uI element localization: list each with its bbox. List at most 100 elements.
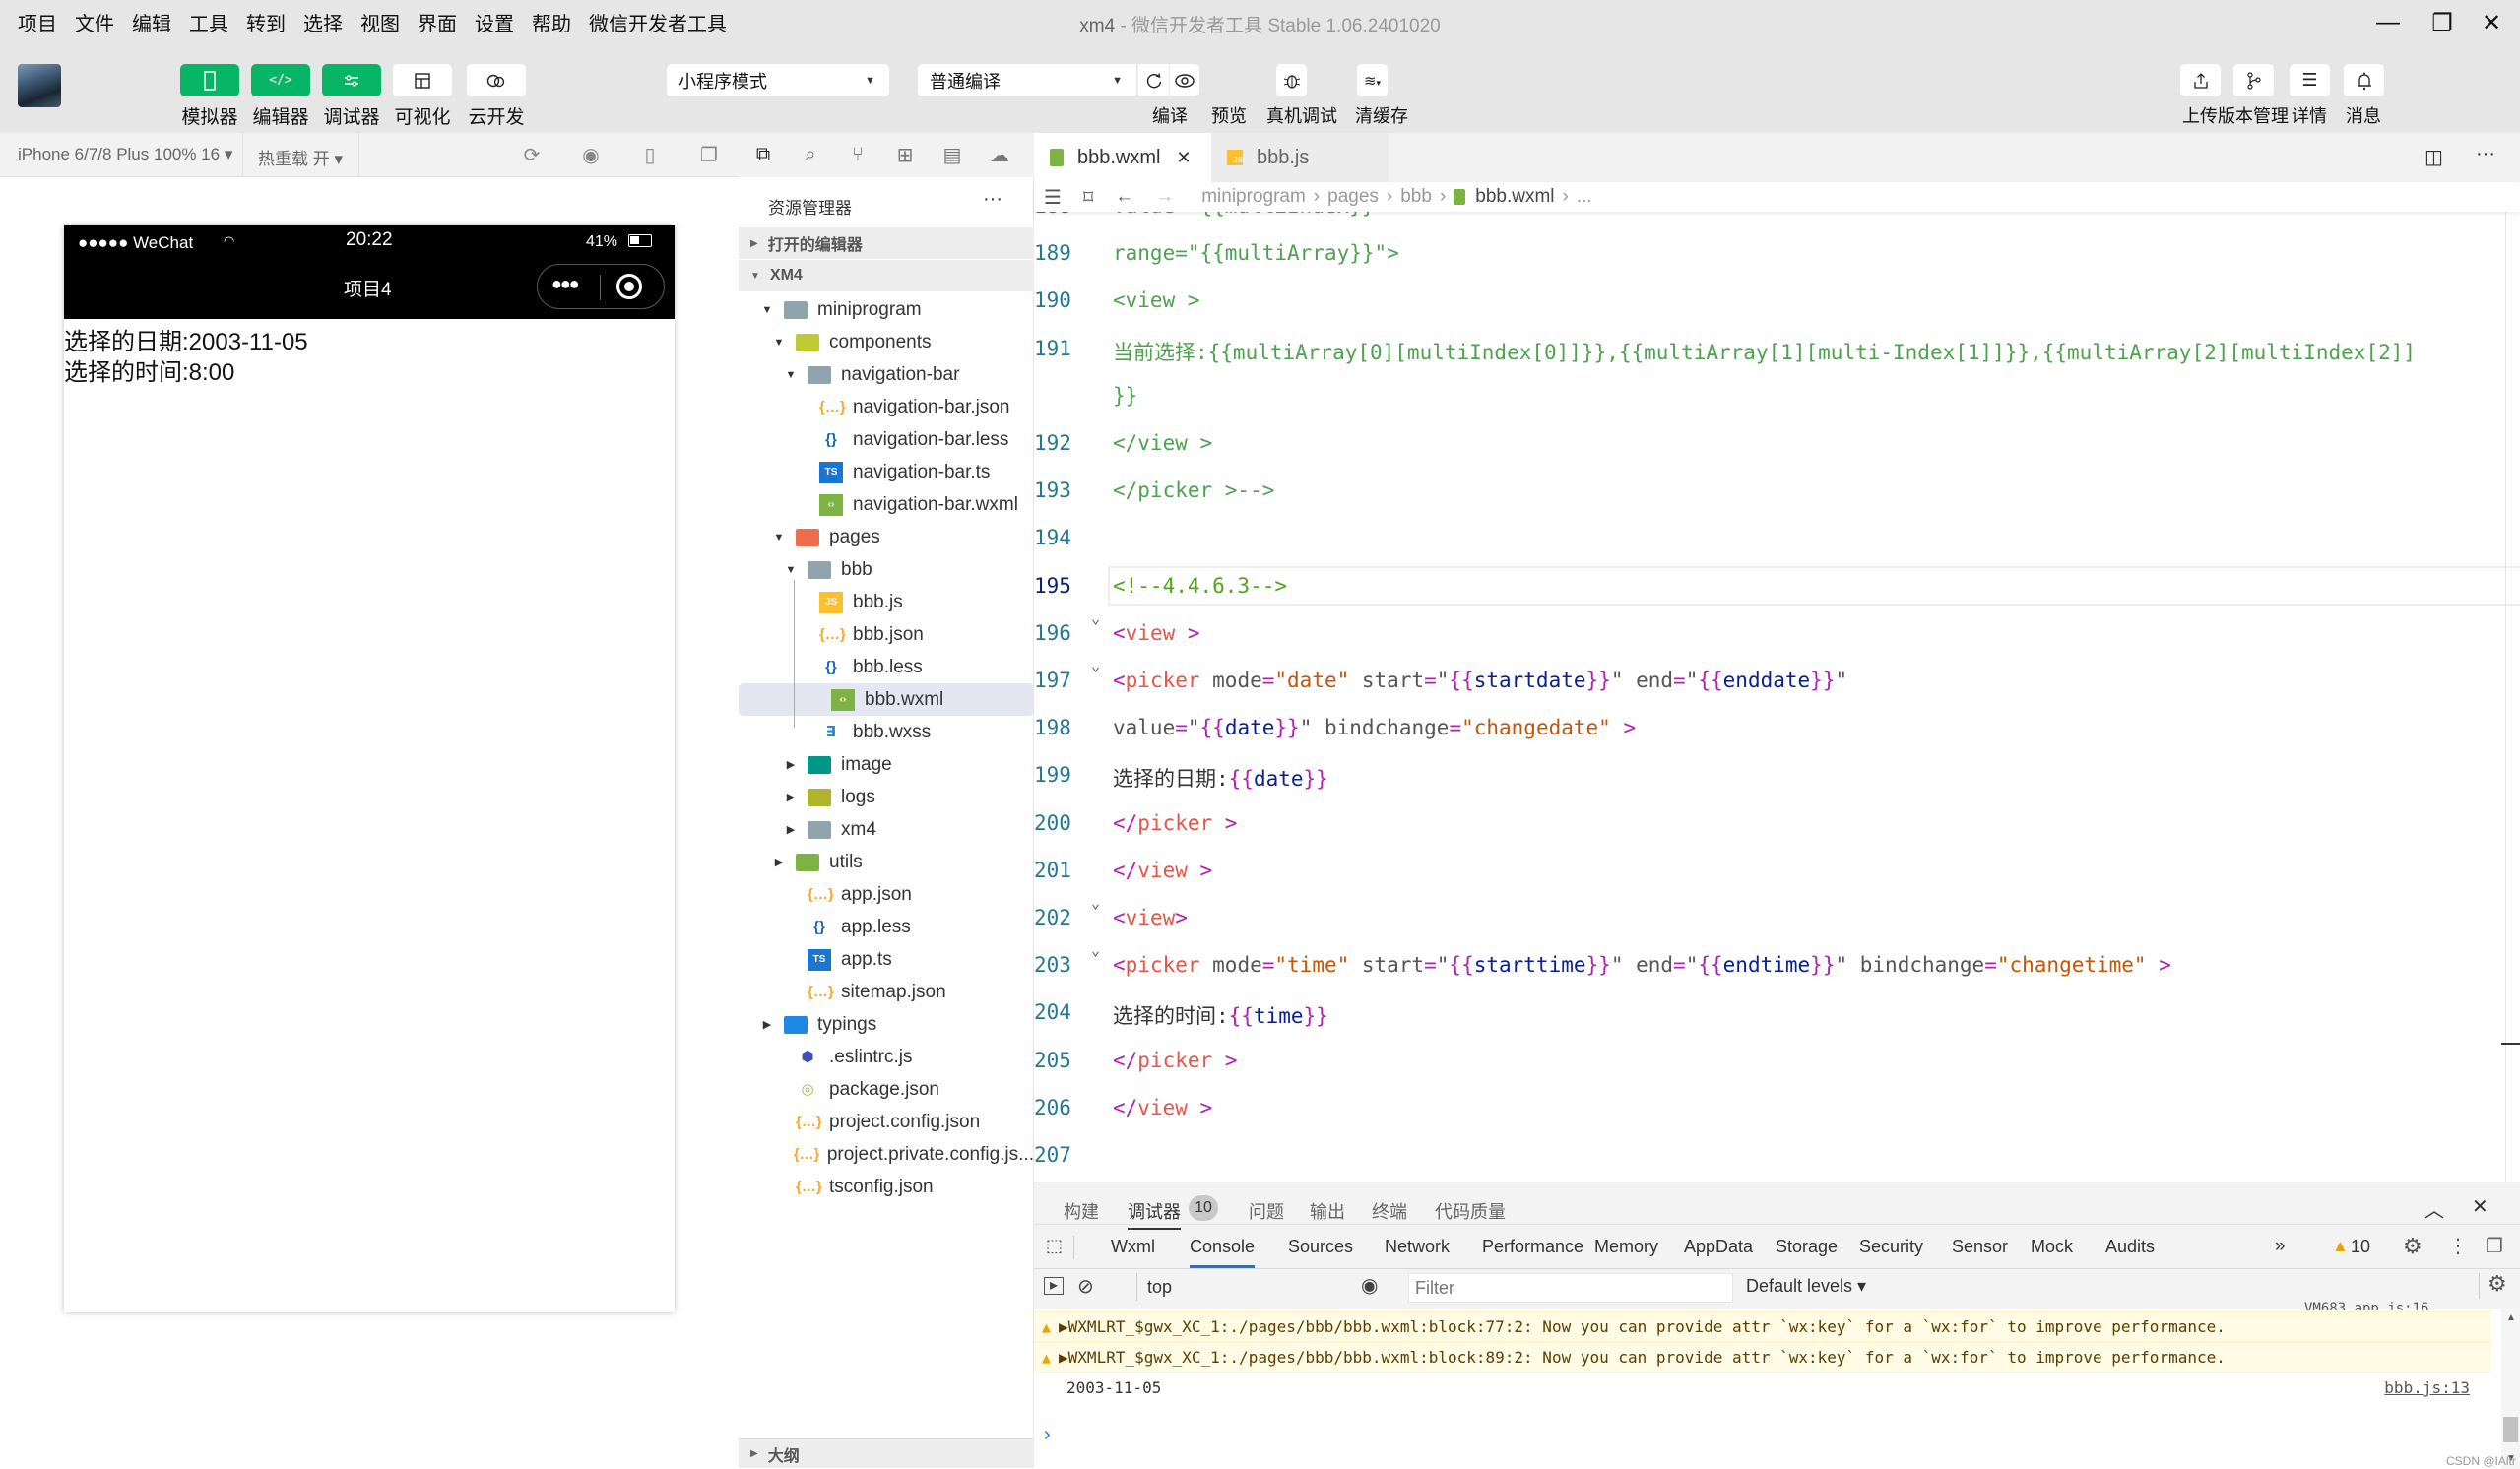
chevron-down-icon[interactable]: ▼	[784, 369, 798, 381]
chevron-right-icon[interactable]: ▶	[772, 856, 786, 868]
tool-tab-wxml[interactable]: Wxml	[1111, 1237, 1155, 1257]
console-message[interactable]: ▲ ▶WXMLRT_$gwx_XC_1:./pages/bbb/bbb.wxml:…	[1034, 1311, 2491, 1342]
cloud-dev-button[interactable]	[467, 64, 526, 96]
menu-item-help[interactable]: 帮助	[532, 8, 571, 36]
compile-button[interactable]	[1137, 64, 1169, 96]
tree-item[interactable]: {…} bbb.json	[739, 618, 1034, 651]
tab-bbb-wxml[interactable]: bbb.wxml ✕	[1034, 133, 1211, 182]
tool-tab-appdata[interactable]: AppData	[1684, 1237, 1753, 1257]
outline-list-icon[interactable]: ☰	[1044, 185, 1062, 210]
more-actions-button[interactable]: ···	[983, 188, 1002, 211]
search-icon[interactable]: ⌕	[798, 142, 823, 167]
messages-button[interactable]	[2344, 64, 2384, 96]
files-icon[interactable]: ⧉	[750, 142, 776, 167]
stop-record-icon[interactable]: ◉	[578, 142, 604, 167]
tree-item[interactable]: {…} navigation-bar.json	[739, 391, 1034, 423]
restore-button[interactable]: ❐	[2423, 6, 2462, 39]
tool-tab-security[interactable]: Security	[1859, 1237, 1923, 1257]
tree-item[interactable]: ▼ navigation-bar	[739, 358, 1034, 391]
tool-tab-sensor[interactable]: Sensor	[1952, 1237, 2008, 1257]
split-editor-icon[interactable]: ◫	[2424, 145, 2443, 169]
back-arrow-icon[interactable]: ←	[1115, 186, 1133, 208]
live-expression-eye-icon[interactable]: ◉	[1361, 1273, 1378, 1298]
panel-tab-issues[interactable]: 问题	[1249, 1198, 1284, 1224]
scrollbar-track[interactable]	[2505, 212, 2506, 1182]
chevron-right-icon[interactable]: ▶	[784, 758, 798, 771]
breadcrumb-item[interactable]: bbb.wxml	[1475, 186, 1554, 208]
more-actions-icon[interactable]: ···	[2476, 143, 2495, 165]
tree-item[interactable]: {} bbb.less	[739, 651, 1034, 683]
outline-header[interactable]: ▶ 大纲	[739, 1438, 1034, 1468]
tree-item[interactable]: {…} project.config.json	[739, 1106, 1034, 1138]
docker-icon[interactable]: ☁	[987, 142, 1012, 167]
log-levels-select[interactable]: Default levels ▾	[1746, 1276, 1866, 1297]
tree-item[interactable]: ▼ miniprogram	[739, 293, 1034, 326]
panel-tab-terminal[interactable]: 终端	[1372, 1198, 1407, 1224]
menu-item-view[interactable]: 视图	[360, 8, 400, 36]
filter-input-field[interactable]	[1415, 1277, 1732, 1299]
chevron-right-icon[interactable]: ▶	[784, 823, 798, 836]
tool-tab-storage[interactable]: Storage	[1776, 1237, 1838, 1257]
open-editors-header[interactable]: ▶ 打开的编辑器	[739, 227, 1034, 259]
more-dots-icon[interactable]: ●●●	[551, 274, 580, 294]
tree-item[interactable]: ▶ typings	[739, 1008, 1034, 1041]
tree-item[interactable]: {…} project.private.config.js...	[739, 1138, 1034, 1171]
tree-item[interactable]: ∃ bbb.wxss	[739, 716, 1034, 748]
tree-item[interactable]: {} app.less	[739, 911, 1034, 943]
fold-chevron-icon[interactable]: ⌄	[1091, 894, 1100, 912]
visual-toggle-button[interactable]	[393, 64, 452, 96]
compile-select[interactable]: 普通编译 ▼	[918, 64, 1136, 96]
close-panel-icon[interactable]: ✕	[2472, 1194, 2488, 1219]
fold-chevron-icon[interactable]: ⌄	[1091, 941, 1100, 959]
kebab-menu-icon[interactable]: ⋮	[2448, 1234, 2468, 1258]
tool-tab-console[interactable]: Console	[1190, 1237, 1256, 1268]
tree-item[interactable]: {…} sitemap.json	[739, 976, 1034, 1008]
menu-item-project[interactable]: 项目	[18, 8, 57, 36]
context-select[interactable]: top ▼	[1136, 1273, 1388, 1301]
chevron-right-icon[interactable]: ▶	[760, 1018, 774, 1031]
menu-item-tools[interactable]: 工具	[189, 8, 228, 36]
panel-tab-build[interactable]: 构建	[1064, 1198, 1099, 1224]
device-icon[interactable]: ▯	[637, 142, 663, 167]
more-tabs-button[interactable]: »	[2275, 1236, 2286, 1257]
tree-item[interactable]: ▶ image	[739, 748, 1034, 781]
bookmark-icon[interactable]: ⌑	[1083, 185, 1093, 210]
menu-item-edit[interactable]: 编辑	[132, 8, 171, 36]
tree-item[interactable]: ▼ bbb	[739, 553, 1034, 586]
clear-console-icon[interactable]: ⊘	[1077, 1274, 1094, 1299]
tree-item[interactable]: TS navigation-bar.ts	[739, 456, 1034, 488]
hot-reload-select[interactable]: 热重载 开 ▾	[258, 145, 343, 169]
forward-arrow-icon[interactable]: →	[1155, 186, 1174, 208]
tree-item[interactable]: {} navigation-bar.less	[739, 423, 1034, 456]
preview-button[interactable]	[1169, 64, 1199, 96]
selected-date-text[interactable]: 选择的日期:2003-11-05	[64, 322, 308, 356]
avatar[interactable]	[18, 64, 61, 107]
tree-item[interactable]: ▶ logs	[739, 781, 1034, 813]
clear-cache-button[interactable]: ≋▾	[1357, 64, 1388, 96]
tree-item[interactable]: ◎ package.json	[739, 1073, 1034, 1106]
menu-item-file[interactable]: 文件	[75, 8, 114, 36]
tool-tab-memory[interactable]: Memory	[1594, 1237, 1658, 1257]
upload-button[interactable]	[2180, 64, 2221, 96]
warning-count[interactable]: 10	[2351, 1237, 2370, 1257]
console-message[interactable]: ▲ ▶WXMLRT_$gwx_XC_1:./pages/bbb/bbb.wxml:…	[1034, 1342, 2491, 1373]
panel-tab-output[interactable]: 输出	[1310, 1198, 1345, 1224]
menu-item-wechat-devtools[interactable]: 微信开发者工具	[589, 8, 727, 36]
close-window-button[interactable]: ✕	[2472, 6, 2511, 39]
capsule-button[interactable]: ●●●	[537, 264, 665, 309]
tree-item[interactable]: ▶ xm4	[739, 813, 1034, 846]
menu-item-goto[interactable]: 转到	[246, 8, 286, 36]
source-link[interactable]: bbb.js:13	[2384, 1378, 2470, 1397]
tree-item[interactable]: TS app.ts	[739, 943, 1034, 976]
sidebar-toggle-icon[interactable]: ▸	[1044, 1277, 1064, 1295]
tree-item[interactable]: ▶ utils	[739, 846, 1034, 878]
tool-tab-sources[interactable]: Sources	[1288, 1237, 1353, 1257]
tree-item[interactable]: ▼ components	[739, 326, 1034, 358]
extensions-icon[interactable]: ⊞	[892, 142, 918, 167]
console-message[interactable]: 2003-11-05 bbb.js:13	[1034, 1373, 2491, 1403]
menu-item-settings[interactable]: 设置	[475, 8, 514, 36]
fold-chevron-icon[interactable]: ⌄	[1091, 657, 1100, 674]
remote-debug-button[interactable]	[1276, 64, 1307, 96]
code-area[interactable]: 188 value="{{multiIndex}}" 189 range="{{mul…	[1034, 212, 2520, 1182]
tree-item[interactable]: ‹› navigation-bar.wxml	[739, 488, 1034, 521]
